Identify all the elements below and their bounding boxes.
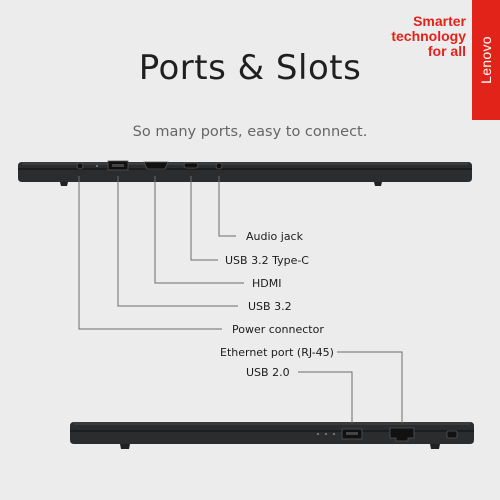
audio-jack-icon (215, 162, 223, 170)
usb-c-port-icon (183, 162, 199, 169)
label-usb-3-2: USB 3.2 (248, 300, 292, 313)
label-hdmi: HDMI (252, 277, 282, 290)
label-usb-type-c: USB 3.2 Type-C (225, 254, 309, 267)
label-audio-jack: Audio jack (246, 230, 303, 243)
led-icon (96, 165, 98, 167)
leader-lines-bottom (298, 351, 403, 423)
leader-lines-top (78, 176, 244, 330)
label-power-connector: Power connector (232, 323, 324, 336)
security-slot-icon (446, 430, 458, 439)
label-usb-2-0: USB 2.0 (246, 366, 290, 379)
laptop-left-side (18, 160, 472, 186)
label-ethernet-port: Ethernet port (RJ-45) (220, 346, 334, 359)
laptop-illustration (18, 160, 474, 449)
laptop-right-side (70, 422, 474, 449)
hdmi-port-icon (143, 161, 169, 170)
ports-infographic: Ports & Slots So many ports, easy to con… (0, 0, 500, 500)
power-port-icon (76, 162, 84, 170)
